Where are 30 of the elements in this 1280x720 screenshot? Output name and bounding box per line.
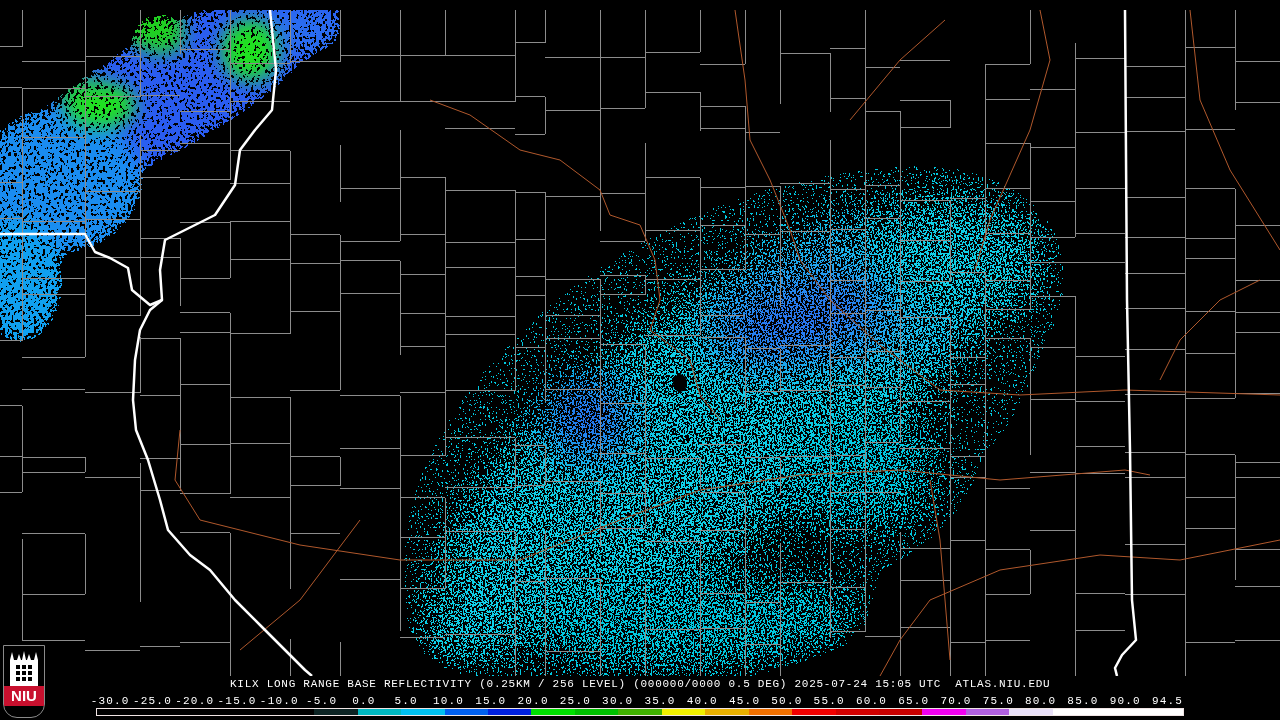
- scale-label: 70.0: [940, 696, 972, 707]
- scale-label: 85.0: [1067, 696, 1099, 707]
- scale-label: -5.0: [306, 696, 338, 707]
- scale-label: -20.0: [175, 696, 215, 707]
- scale-label: 0.0: [352, 696, 376, 707]
- scale-label: 20.0: [517, 696, 549, 707]
- scale-label: -15.0: [217, 696, 257, 707]
- scale-label: 45.0: [729, 696, 761, 707]
- tower-icon: [9, 650, 39, 686]
- scale-label: 5.0: [394, 696, 418, 707]
- scale-label: 80.0: [1025, 696, 1057, 707]
- scale-label: 35.0: [644, 696, 676, 707]
- scale-label: -10.0: [259, 696, 299, 707]
- scale-label: 50.0: [771, 696, 803, 707]
- scale-label: 10.0: [432, 696, 465, 707]
- logo-text: NIU: [4, 686, 44, 706]
- scale-label: 94.5: [1151, 696, 1184, 707]
- scale-label: 30.0: [602, 696, 634, 707]
- scale-label: 40.0: [686, 696, 718, 707]
- scale-label: 60.0: [855, 696, 888, 707]
- scale-label: 15.0: [475, 696, 507, 707]
- scale-label: -30.0: [90, 696, 130, 707]
- scale-label: 55.0: [813, 696, 845, 707]
- scale-label: 25.0: [559, 696, 591, 707]
- product-caption: KILX LONG RANGE BASE REFLECTIVITY (0.25KM / 256 LEVEL) (000000/0000 0.5 DEG) 2025-07-24 15:05 UTC: [230, 678, 942, 690]
- scale-label: 75.0: [982, 696, 1014, 707]
- scale-label: 90.0: [1109, 696, 1141, 707]
- site-address: ATLAS.NIU.EDU: [955, 678, 1051, 690]
- scale-label: -25.0: [132, 696, 172, 707]
- scale-label: 65.0: [898, 696, 930, 707]
